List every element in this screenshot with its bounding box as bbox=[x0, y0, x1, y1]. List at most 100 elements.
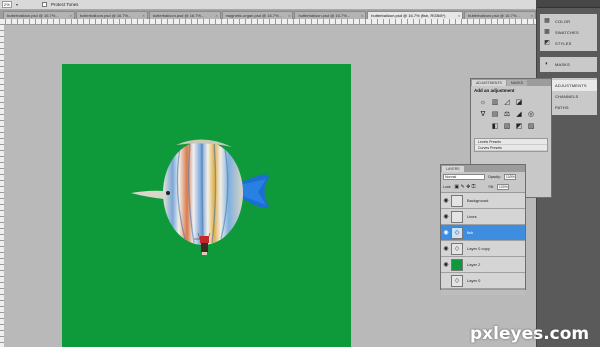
layer-row[interactable]: ◉ Lines bbox=[441, 209, 525, 225]
lock-row: Lock: ▣ ✎ ✥ ⚿ Fill: 100% bbox=[441, 182, 525, 192]
dock-item-label: MASKS bbox=[555, 62, 571, 67]
eye-off-icon[interactable]: ◉ bbox=[441, 277, 451, 284]
dock-item-label: SWATCHES bbox=[555, 30, 579, 35]
eye-icon[interactable]: ◉ bbox=[441, 261, 451, 268]
eye-icon[interactable]: ◉ bbox=[441, 197, 451, 204]
hue-saturation-icon[interactable]: ▤ bbox=[491, 110, 499, 118]
vibrance-icon[interactable]: ∇ bbox=[479, 110, 487, 118]
layer-name: Background bbox=[467, 198, 489, 203]
threshold-icon[interactable]: ◩ bbox=[515, 122, 523, 130]
protect-tones-label: Protect Tones bbox=[51, 2, 79, 7]
document-tab[interactable]: butterballoon.psd @ 16.7%... × bbox=[3, 11, 75, 19]
ruler-horizontal[interactable] bbox=[0, 19, 536, 25]
masks-icon: ◐ bbox=[545, 61, 549, 67]
fill-label: Fill: bbox=[488, 185, 494, 189]
document-tab-active[interactable]: butterballoon.psd @ 16.7% (fish, RGB/8*)… bbox=[367, 11, 464, 19]
adjustments-panel-tabs: ADJUSTMENTS MASKS bbox=[471, 79, 551, 86]
dock-item-label: PATHS bbox=[555, 105, 569, 110]
dock-item-label: ADJUSTMENTS bbox=[555, 83, 587, 88]
tab-adjustments[interactable]: ADJUSTMENTS bbox=[472, 80, 506, 86]
preset-list: Levels Presets Curves Presets bbox=[474, 138, 548, 152]
layer-name: Lines bbox=[467, 214, 477, 219]
tab-label: butterballoon.psd @ 16.7%... bbox=[298, 13, 351, 18]
watermark: pxleyes.com bbox=[470, 324, 590, 344]
layers-panel: LAYERS Normal Opacity: 100% Lock: ▣ ✎ ✥ … bbox=[440, 164, 526, 295]
close-icon[interactable]: × bbox=[288, 12, 290, 19]
invert-icon[interactable]: ◧ bbox=[491, 122, 499, 130]
empty-slot bbox=[527, 98, 535, 106]
zoom-field[interactable]: 2% bbox=[2, 1, 12, 8]
layer-name: Layer 0 copy bbox=[467, 246, 490, 251]
opacity-field[interactable]: 100% bbox=[503, 174, 516, 180]
document-tab[interactable]: butterballoon.psd @ 16.7%... × bbox=[464, 11, 536, 19]
protect-tones-checkbox[interactable] bbox=[42, 2, 47, 7]
tab-label: butterballoon.psd @ 16.7%... bbox=[79, 13, 132, 18]
close-icon[interactable]: × bbox=[531, 12, 533, 19]
document-tab-bar: butterballoon.psd @ 16.7%... × butterball… bbox=[0, 10, 536, 19]
photo-filter-icon[interactable]: ◎ bbox=[527, 110, 535, 118]
layer-row[interactable]: ◉ ◇ Layer 0 copy bbox=[441, 241, 525, 257]
chevron-down-icon[interactable]: ▾ bbox=[16, 2, 20, 8]
dock-item-label: COLOR bbox=[555, 19, 571, 24]
dock-group-masks: ◐ MASKS bbox=[540, 57, 597, 72]
close-icon[interactable]: × bbox=[215, 12, 217, 19]
swatches-icon: ▩ bbox=[544, 29, 550, 35]
layer-thumbnail: ◇ bbox=[451, 226, 463, 239]
eye-icon[interactable]: ◉ bbox=[441, 229, 451, 236]
empty-slot bbox=[479, 122, 487, 130]
eye-icon[interactable]: ◉ bbox=[441, 213, 451, 220]
tab-label: butterballoon.psd @ 16.7%... bbox=[152, 13, 205, 18]
layer-thumbnail: ◇ bbox=[451, 274, 463, 287]
dock-item-label: CHANNELS bbox=[555, 94, 579, 99]
layer-row[interactable]: ◉ ◇ Layer 0 bbox=[441, 273, 525, 289]
dock-header[interactable] bbox=[537, 0, 600, 8]
layer-thumbnail bbox=[451, 258, 463, 271]
document-tab[interactable]: butterballoon.psd @ 16.7%... × bbox=[294, 11, 367, 19]
black-white-icon[interactable]: ◢ bbox=[515, 110, 523, 118]
dock-item-masks[interactable]: ◐ MASKS bbox=[540, 59, 597, 70]
adjustment-icon-grid: ☼ ▥ ◿ ◪ ∇ ▤ ⚖ ◢ ◎ ◧ ▧ ◩ ▨ bbox=[471, 95, 551, 133]
tab-label: magnetic-organ.psd @ 16.7%... bbox=[225, 13, 282, 18]
tab-label: butterballoon.psd @ 16.7% (fish, RGB/8*) bbox=[371, 13, 446, 18]
layer-row[interactable]: ◉ Background bbox=[441, 193, 525, 209]
preset-row-curves[interactable]: Curves Presets bbox=[475, 145, 547, 151]
eye-icon[interactable]: ◉ bbox=[441, 245, 451, 252]
layer-row-selected[interactable]: ◉ ◇ fish bbox=[441, 225, 525, 241]
close-icon[interactable]: × bbox=[361, 12, 363, 19]
document-tab[interactable]: butterballoon.psd @ 16.7%... × bbox=[148, 11, 221, 19]
dock-item-swatches[interactable]: ▩ SWATCHES bbox=[540, 27, 597, 38]
dock-item-color[interactable]: ▦ COLOR bbox=[540, 16, 597, 27]
close-icon[interactable]: × bbox=[70, 12, 72, 19]
close-icon[interactable]: × bbox=[142, 12, 144, 19]
lock-icon[interactable]: ▣ ✎ ✥ ⚿ bbox=[454, 184, 475, 190]
adjustments-heading: Add an adjustment bbox=[474, 88, 515, 93]
fill-field[interactable]: 100% bbox=[496, 184, 509, 190]
layer-row[interactable]: ◉ Layer 2 bbox=[441, 257, 525, 273]
exposure-icon[interactable]: ◪ bbox=[515, 98, 523, 106]
brightness-contrast-icon[interactable]: ☼ bbox=[479, 98, 487, 106]
layers-footer-toolbar[interactable] bbox=[441, 289, 525, 295]
layers-panel-tabs: LAYERS bbox=[441, 165, 525, 172]
close-icon[interactable]: × bbox=[458, 12, 460, 19]
layer-thumbnail bbox=[451, 194, 463, 207]
gradient-map-icon[interactable]: ▨ bbox=[527, 122, 535, 130]
tab-layers[interactable]: LAYERS bbox=[442, 166, 464, 172]
lock-label: Lock: bbox=[443, 185, 452, 189]
layer-name: Layer 0 bbox=[467, 278, 481, 283]
dock-group-color: ▦ COLOR ▩ SWATCHES ◩ STYLES bbox=[540, 14, 597, 51]
layer-list: ◉ Background ◉ Lines ◉ ◇ fish ◉ ◇ Layer … bbox=[441, 192, 525, 289]
layer-thumbnail bbox=[451, 210, 463, 223]
tab-label: butterballoon.psd @ 16.7%... bbox=[468, 13, 520, 18]
tab-masks[interactable]: MASKS bbox=[506, 80, 528, 86]
color-balance-icon[interactable]: ⚖ bbox=[503, 110, 511, 118]
document-tab[interactable]: butterballoon.psd @ 16.7%... × bbox=[75, 11, 148, 19]
dock-item-styles[interactable]: ◩ STYLES bbox=[540, 38, 597, 49]
curves-icon[interactable]: ◿ bbox=[503, 98, 511, 106]
blend-mode-select[interactable]: Normal bbox=[443, 174, 485, 180]
tab-label: butterballoon.psd @ 16.7%... bbox=[7, 13, 59, 18]
posterize-icon[interactable]: ▧ bbox=[503, 122, 511, 130]
ruler-vertical[interactable] bbox=[0, 25, 4, 347]
dock-item-label: STYLES bbox=[555, 41, 572, 46]
levels-icon[interactable]: ▥ bbox=[491, 98, 499, 106]
document-tab[interactable]: magnetic-organ.psd @ 16.7%... × bbox=[221, 11, 294, 19]
